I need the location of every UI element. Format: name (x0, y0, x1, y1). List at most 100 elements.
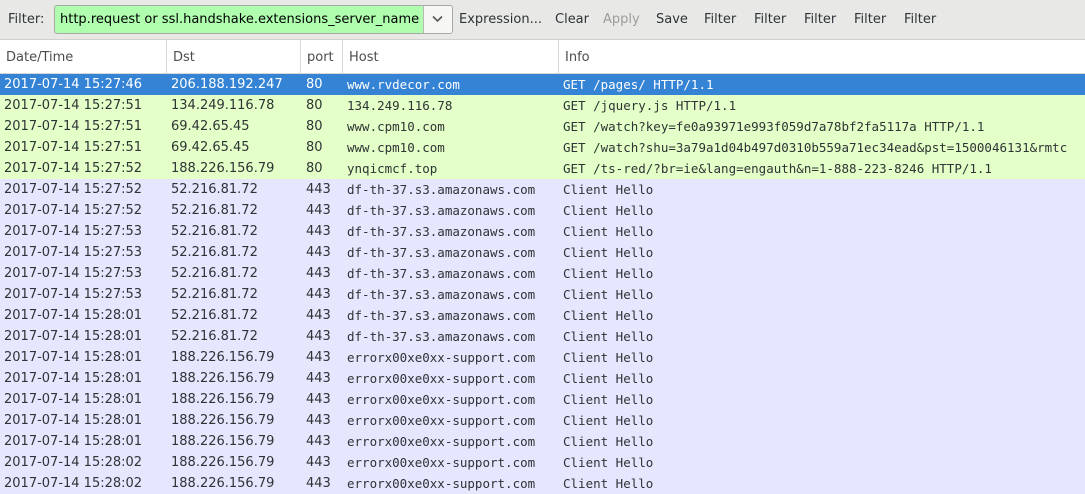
packet-list: 2017-07-14 15:27:46 206.188.192.247 80 www.… (0, 74, 1085, 494)
packet-dst: 188.226.156.79 (171, 392, 275, 407)
packet-host: df-th-37.s3.amazonaws.com (347, 245, 536, 260)
packet-dst: 52.216.81.72 (171, 182, 258, 197)
column-header-host[interactable]: Host (343, 40, 559, 73)
column-header-info[interactable]: Info (559, 40, 1085, 73)
packet-row[interactable]: 2017-07-14 15:27:46 206.188.192.247 80 www.… (0, 74, 1085, 95)
packet-row[interactable]: 2017-07-14 15:28:01 52.216.81.72 443 df-th-… (0, 326, 1085, 347)
packet-port: 443 (306, 203, 331, 218)
column-header-date[interactable]: Date/Time (0, 40, 167, 73)
packet-dst: 69.42.65.45 (171, 140, 250, 155)
packet-info: Client Hello (563, 413, 654, 428)
packet-row[interactable]: 2017-07-14 15:28:01 188.226.156.79 443 erro… (0, 368, 1085, 389)
display-filter-text[interactable]: http.request or ssl.handshake.extensions… (60, 12, 422, 27)
packet-host: errorx00xe0xx-support.com (347, 434, 536, 449)
packet-dst: 52.216.81.72 (171, 245, 258, 260)
packet-info: GET /jquery.js HTTP/1.1 (563, 98, 737, 113)
packet-port: 443 (306, 476, 331, 491)
packet-time: 2017-07-14 15:27:52 (4, 182, 143, 197)
packet-info: Client Hello (563, 455, 654, 470)
packet-info: Client Hello (563, 203, 654, 218)
packet-row[interactable]: 2017-07-14 15:27:53 52.216.81.72 443 df-th-… (0, 284, 1085, 305)
apply-button[interactable]: Apply (603, 12, 640, 27)
filter-button-4[interactable]: Filter (854, 12, 886, 27)
expression-button[interactable]: Expression... (459, 12, 542, 27)
packet-row[interactable]: 2017-07-14 15:27:53 52.216.81.72 443 df-th-… (0, 221, 1085, 242)
packet-info: Client Hello (563, 266, 654, 281)
packet-row[interactable]: 2017-07-14 15:28:01 188.226.156.79 443 erro… (0, 410, 1085, 431)
packet-dst: 188.226.156.79 (171, 413, 275, 428)
packet-host: 134.249.116.78 (347, 98, 453, 113)
packet-row[interactable]: 2017-07-14 15:27:51 69.42.65.45 80 www.cpm1… (0, 116, 1085, 137)
packet-port: 443 (306, 329, 331, 344)
packet-row[interactable]: 2017-07-14 15:27:52 188.226.156.79 80 ynqic… (0, 158, 1085, 179)
filter-dropdown-button[interactable] (423, 6, 452, 33)
packet-info: Client Hello (563, 182, 654, 197)
column-header-dst[interactable]: Dst (167, 40, 301, 73)
packet-dst: 188.226.156.79 (171, 350, 275, 365)
packet-row[interactable]: 2017-07-14 15:27:53 52.216.81.72 443 df-th-… (0, 263, 1085, 284)
packet-row[interactable]: 2017-07-14 15:27:53 52.216.81.72 443 df-th-… (0, 242, 1085, 263)
packet-host: errorx00xe0xx-support.com (347, 476, 536, 491)
packet-info: GET /watch?key=fe0a93971e993f059d7a78bf2… (563, 119, 985, 134)
packet-port: 80 (306, 140, 323, 155)
packet-row[interactable]: 2017-07-14 15:28:01 188.226.156.79 443 erro… (0, 431, 1085, 452)
packet-row[interactable]: 2017-07-14 15:28:02 188.226.156.79 443 erro… (0, 452, 1085, 473)
packet-info: Client Hello (563, 308, 654, 323)
packet-row[interactable]: 2017-07-14 15:27:52 52.216.81.72 443 df-th-… (0, 179, 1085, 200)
packet-row[interactable]: 2017-07-14 15:28:01 188.226.156.79 443 erro… (0, 389, 1085, 410)
packet-row[interactable]: 2017-07-14 15:28:01 188.226.156.79 443 erro… (0, 347, 1085, 368)
filter-button-3[interactable]: Filter (804, 12, 836, 27)
packet-port: 80 (306, 77, 323, 92)
chevron-down-icon (432, 15, 443, 23)
packet-port: 80 (306, 119, 323, 134)
packet-time: 2017-07-14 15:27:52 (4, 161, 143, 176)
packet-info: GET /pages/ HTTP/1.1 (563, 77, 714, 92)
packet-port: 443 (306, 308, 331, 323)
packet-time: 2017-07-14 15:27:46 (4, 77, 143, 92)
packet-port: 443 (306, 224, 331, 239)
packet-port: 443 (306, 371, 331, 386)
packet-port: 443 (306, 392, 331, 407)
packet-time: 2017-07-14 15:27:53 (4, 245, 143, 260)
packet-host: www.rvdecor.com (347, 77, 460, 92)
packet-info: Client Hello (563, 350, 654, 365)
save-button[interactable]: Save (656, 12, 688, 27)
packet-dst: 188.226.156.79 (171, 371, 275, 386)
packet-dst: 52.216.81.72 (171, 329, 258, 344)
packet-row[interactable]: 2017-07-14 15:27:51 69.42.65.45 80 www.cpm1… (0, 137, 1085, 158)
packet-port: 443 (306, 266, 331, 281)
packet-row[interactable]: 2017-07-14 15:27:51 134.249.116.78 80 134.2… (0, 95, 1085, 116)
packet-host: errorx00xe0xx-support.com (347, 392, 536, 407)
packet-host: df-th-37.s3.amazonaws.com (347, 203, 536, 218)
packet-port: 443 (306, 245, 331, 260)
packet-host: errorx00xe0xx-support.com (347, 371, 536, 386)
filter-label: Filter: (8, 12, 45, 27)
packet-time: 2017-07-14 15:28:01 (4, 329, 143, 344)
filter-button-1[interactable]: Filter (704, 12, 736, 27)
packet-time: 2017-07-14 15:28:01 (4, 350, 143, 365)
packet-time: 2017-07-14 15:27:51 (4, 140, 143, 155)
packet-row[interactable]: 2017-07-14 15:28:01 52.216.81.72 443 df-th-… (0, 305, 1085, 326)
packet-time: 2017-07-14 15:28:01 (4, 371, 143, 386)
packet-port: 443 (306, 287, 331, 302)
packet-host: df-th-37.s3.amazonaws.com (347, 329, 536, 344)
packet-info: Client Hello (563, 434, 654, 449)
packet-dst: 69.42.65.45 (171, 119, 250, 134)
packet-info: GET /ts-red/?br=ie&lang=engauth&n=1-888-… (563, 161, 992, 176)
packet-info: Client Hello (563, 371, 654, 386)
packet-port: 80 (306, 98, 323, 113)
column-header-port[interactable]: port (301, 40, 343, 73)
packet-dst: 188.226.156.79 (171, 434, 275, 449)
packet-row[interactable]: 2017-07-14 15:27:52 52.216.81.72 443 df-th-… (0, 200, 1085, 221)
packet-port: 443 (306, 182, 331, 197)
filter-button-5[interactable]: Filter (904, 12, 936, 27)
display-filter-input[interactable]: http.request or ssl.handshake.extensions… (54, 5, 453, 34)
packet-host: df-th-37.s3.amazonaws.com (347, 224, 536, 239)
clear-button[interactable]: Clear (555, 12, 589, 27)
filter-button-2[interactable]: Filter (754, 12, 786, 27)
packet-row[interactable]: 2017-07-14 15:28:02 188.226.156.79 443 erro… (0, 473, 1085, 494)
packet-port: 443 (306, 434, 331, 449)
packet-host: errorx00xe0xx-support.com (347, 413, 536, 428)
packet-info: Client Hello (563, 245, 654, 260)
packet-info: Client Hello (563, 329, 654, 344)
